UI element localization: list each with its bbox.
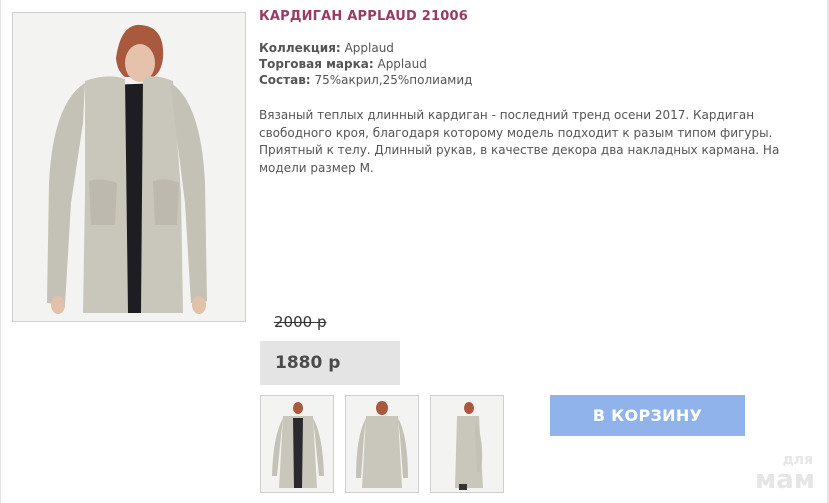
thumbnail-side-image xyxy=(431,396,503,492)
thumbnail-front[interactable] xyxy=(260,395,334,493)
spec-value: 75%акрил,25%полиамид xyxy=(314,73,473,87)
product-description: Вязаный теплых длинный кардиган - послед… xyxy=(259,108,780,175)
thumbnail-side[interactable] xyxy=(430,395,504,493)
product-specs: Коллекция: Applaud Торговая марка: Appla… xyxy=(259,40,472,88)
thumbnail-back[interactable] xyxy=(345,395,419,493)
spec-collection: Коллекция: Applaud xyxy=(259,40,472,56)
old-price: 2000 р xyxy=(274,313,327,331)
current-price: 1880 р xyxy=(275,353,341,373)
current-price-box: 1880 р xyxy=(260,341,400,385)
watermark-bottom: мам xyxy=(754,465,815,495)
spec-label: Состав: xyxy=(259,73,311,87)
spec-label: Коллекция: xyxy=(259,41,341,55)
spec-value: Applaud xyxy=(344,41,394,55)
spec-value: Applaud xyxy=(377,57,427,71)
spec-composition: Состав: 75%акрил,25%полиамид xyxy=(259,72,472,88)
thumbnail-back-image xyxy=(346,396,418,492)
product-title: КАРДИГАН APPLAUD 21006 xyxy=(259,9,468,24)
spec-brand: Торговая марка: Applaud xyxy=(259,56,472,72)
left-border xyxy=(0,0,1,503)
spec-label: Торговая марка: xyxy=(259,57,374,71)
add-to-cart-button[interactable]: В КОРЗИНУ xyxy=(550,395,745,436)
cardigan-model-image xyxy=(13,13,245,321)
thumbnail-front-image xyxy=(261,396,333,492)
main-product-photo[interactable] xyxy=(12,12,246,322)
watermark-logo: для мам xyxy=(755,453,815,493)
